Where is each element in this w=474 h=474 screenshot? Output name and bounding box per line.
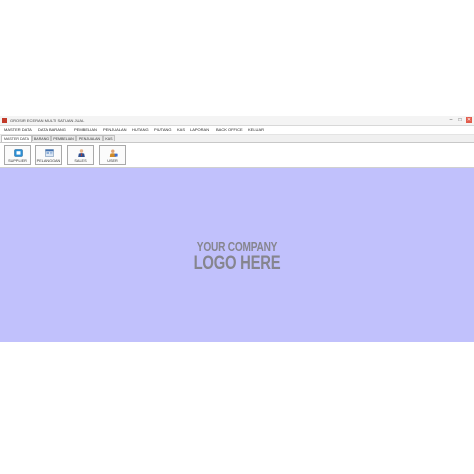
sales-person-icon [78,149,85,157]
supplier-icon [14,149,23,157]
menu-penjualan[interactable]: PENJUALAN [103,126,127,134]
company-logo-placeholder: YOUR COMPANY LOGO HERE [0,240,474,274]
app-icon [2,118,7,123]
menu-keluar[interactable]: KELUAR [248,126,264,134]
sales-label: SALES [74,159,87,163]
window-title: GROSIR ECERAN MULTI SATUAN JUAL [10,118,85,123]
window-controls: – □ ✕ [448,117,472,123]
app-window: GROSIR ECERAN MULTI SATUAN JUAL – □ ✕ MA… [0,116,474,342]
menu-piutang[interactable]: PIUTANG [154,126,171,134]
pelanggan-button[interactable]: PELANGGAN [35,145,62,165]
tab-master-data[interactable]: MASTER DATA [1,135,32,142]
logo-line-2: LOGO HERE [193,253,281,274]
user-button[interactable]: USER [99,145,126,165]
user-icon [109,149,118,157]
user-label: USER [107,159,118,163]
minimize-button[interactable]: – [448,117,454,123]
maximize-button[interactable]: □ [457,117,463,123]
main-content-area: YOUR COMPANY LOGO HERE [0,168,474,342]
menu-back-office[interactable]: BACK OFFICE [216,126,243,134]
menu-data-barang[interactable]: DATA BARANG [38,126,66,134]
menu-hutang[interactable]: HUTANG [132,126,149,134]
tab-penjualan[interactable]: PENJUALAN [76,135,103,141]
close-button[interactable]: ✕ [466,117,472,123]
title-bar: GROSIR ECERAN MULTI SATUAN JUAL – □ ✕ [0,116,474,126]
customer-icon [45,149,54,157]
tab-kas[interactable]: KAS [103,135,115,141]
menu-laporan[interactable]: LAPORAN [190,126,209,134]
supplier-button[interactable]: SUPPLIER [4,145,31,165]
logo-line-1: YOUR COMPANY [196,239,278,254]
menu-master-data[interactable]: MASTER DATA [4,126,32,134]
menu-bar: MASTER DATA DATA BARANG PEMBELIAN PENJUA… [0,126,474,135]
toolbar: SUPPLIER PELANGGAN SALES USER [0,143,474,168]
menu-pembelian[interactable]: PEMBELIAN [74,126,97,134]
tab-barang[interactable]: BARANG [32,135,51,141]
tab-bar: MASTER DATA BARANG PEMBELIAN PENJUALAN K… [0,135,474,143]
sales-button[interactable]: SALES [67,145,94,165]
menu-kas[interactable]: KAS [177,126,185,134]
pelanggan-label: PELANGGAN [36,159,61,163]
tab-pembelian[interactable]: PEMBELIAN [51,135,76,141]
supplier-label: SUPPLIER [8,159,27,163]
